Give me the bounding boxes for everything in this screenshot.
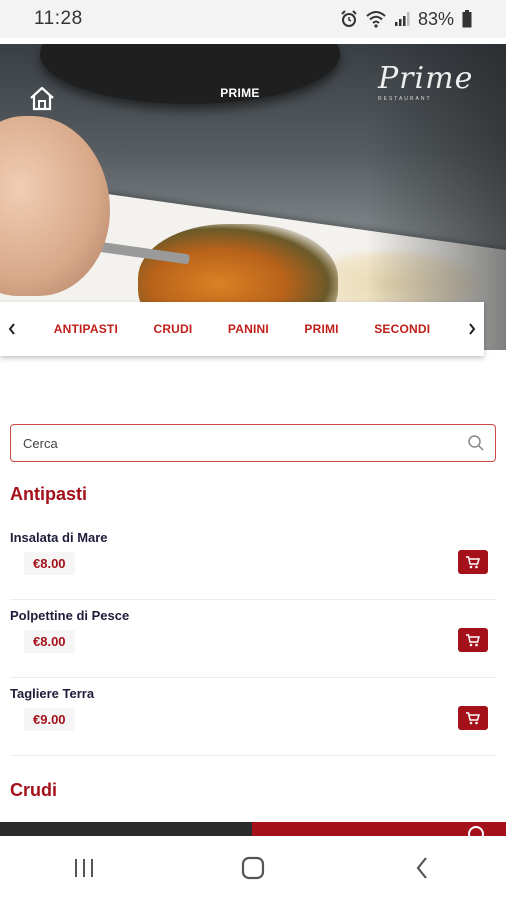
system-nav-bar <box>0 836 506 900</box>
status-bar: 11:28 83% <box>0 0 506 38</box>
cart-icon <box>466 555 480 568</box>
add-to-cart-button[interactable] <box>458 706 488 730</box>
recent-apps-button[interactable] <box>54 848 114 888</box>
category-tab-primi[interactable]: PRIMI <box>304 322 338 336</box>
menu-item-price: €8.00 <box>24 630 75 653</box>
recent-apps-icon <box>75 859 94 877</box>
add-to-cart-button[interactable] <box>458 628 488 652</box>
category-list: ANTIPASTI CRUDI PANINI PRIMI SECONDI <box>24 322 460 336</box>
status-icons: 83% <box>340 9 472 30</box>
brand-logo: Prime RESTAURANT <box>378 64 488 108</box>
home-circle-icon <box>241 856 265 880</box>
brand-logo-subtext: RESTAURANT <box>378 96 432 102</box>
signal-icon <box>394 12 410 26</box>
home-icon <box>30 86 54 111</box>
category-prev-button[interactable] <box>0 302 24 356</box>
bottom-app-bar <box>0 822 506 842</box>
bottom-bar-left[interactable] <box>0 822 252 836</box>
chevron-left-icon <box>8 323 15 335</box>
category-tab-panini[interactable]: PANINI <box>228 322 269 336</box>
search-input[interactable] <box>21 434 467 452</box>
menu-item-name: Tagliere Terra <box>10 686 95 701</box>
menu-item: Insalata di Mare €8.00 <box>10 522 496 600</box>
section-title-crudi: Crudi <box>10 780 57 800</box>
chevron-right-icon <box>469 323 476 335</box>
wifi-icon <box>366 11 386 28</box>
category-tab-secondi[interactable]: SECONDI <box>374 322 430 336</box>
status-time: 11:28 <box>34 8 83 29</box>
add-to-cart-button[interactable] <box>458 550 488 574</box>
home-system-button[interactable] <box>223 848 283 888</box>
header-title: PRIME <box>220 86 260 100</box>
cart-icon <box>466 633 480 646</box>
category-tab-crudi[interactable]: CRUDI <box>153 322 192 336</box>
menu-item-name: Insalata di Mare <box>10 530 108 545</box>
category-next-button[interactable] <box>460 302 484 356</box>
category-tab-antipasti[interactable]: ANTIPASTI <box>54 322 118 336</box>
bottom-bar-right[interactable] <box>252 822 506 842</box>
back-button[interactable] <box>392 848 452 888</box>
search-icon[interactable] <box>467 434 485 452</box>
section-title-antipasti: Antipasti <box>10 484 88 504</box>
search-box <box>10 424 496 462</box>
battery-percent: 83% <box>417 8 454 29</box>
menu-item: Tagliere Terra €9.00 <box>10 678 496 756</box>
menu-item-name: Polpettine di Pesce <box>10 608 130 623</box>
menu-item: Polpettine di Pesce €8.00 <box>10 600 496 678</box>
menu-item-price: €8.00 <box>24 552 75 575</box>
menu-item-price: €9.00 <box>24 708 75 731</box>
brand-logo-script: Prime <box>378 61 474 96</box>
home-button[interactable] <box>28 86 56 112</box>
category-nav: ANTIPASTI CRUDI PANINI PRIMI SECONDI <box>0 302 484 356</box>
cart-icon <box>466 711 480 724</box>
alarm-icon <box>341 10 357 27</box>
hero-pan-shape <box>40 44 340 104</box>
battery-icon <box>462 10 472 28</box>
back-icon <box>416 857 427 879</box>
